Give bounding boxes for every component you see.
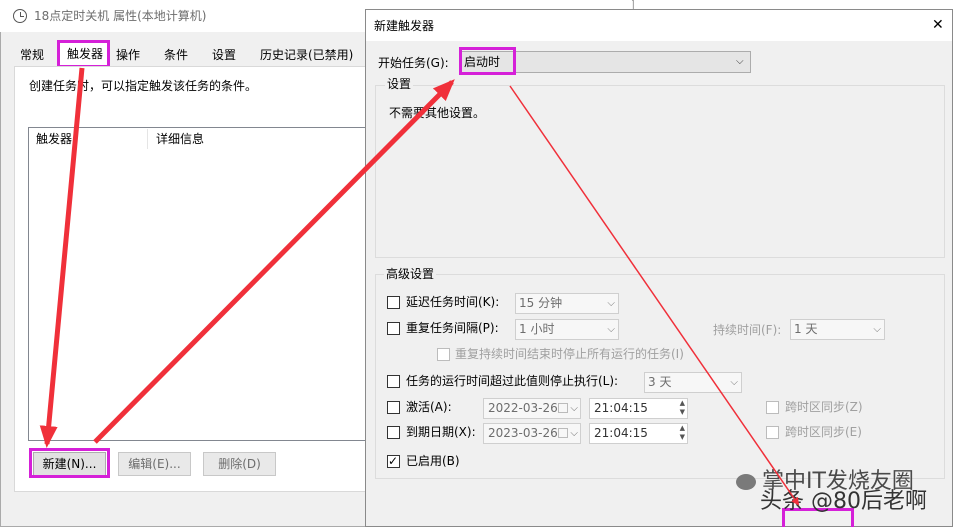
advanced-group-label: 高级设置 <box>384 266 437 282</box>
activate-date: 2022-03-26 <box>488 401 558 415</box>
chevron-down-icon: ⌵ <box>607 324 615 335</box>
expire-date-picker[interactable]: 2023-03-26 ⌵ <box>483 423 581 444</box>
edit-trigger-button[interactable]: 编辑(E)... <box>118 452 191 476</box>
stop-at-end-checkbox[interactable] <box>437 348 450 361</box>
delay-label: 延迟任务时间(K): <box>406 295 500 309</box>
delete-trigger-button[interactable]: 删除(D) <box>203 452 276 476</box>
activate-date-picker[interactable]: 2022-03-26 ⌵ <box>483 398 581 419</box>
settings-group-label: 设置 <box>385 76 414 92</box>
tab-settings[interactable]: 设置 <box>208 44 240 66</box>
wechat-icon <box>736 474 756 490</box>
stop-at-end-label: 重复持续时间结束时停止所有运行的任务(I) <box>455 347 684 361</box>
calendar-icon <box>558 403 568 413</box>
tab-conditions[interactable]: 条件 <box>160 44 192 66</box>
chevron-down-icon: ⌵ <box>570 403 578 414</box>
activate-time: 21:04:15 <box>594 401 648 415</box>
sync-tz-label-1: 跨时区同步(Z) <box>785 400 863 414</box>
stop-if-longer-value: 3 天 <box>648 375 672 389</box>
tab-actions[interactable]: 操作 <box>112 44 144 66</box>
delay-value: 15 分钟 <box>519 296 563 310</box>
stop-if-longer-label: 任务的运行时间超过此值则停止执行(L): <box>406 374 619 388</box>
enabled-label: 已启用(B) <box>406 454 460 468</box>
sync-tz-checkbox-2[interactable] <box>766 426 779 439</box>
delay-checkbox[interactable] <box>387 296 400 309</box>
start-task-label: 开始任务(G): <box>378 56 449 70</box>
spin-arrows-icon[interactable]: ▲ ▼ <box>680 424 685 442</box>
duration-select[interactable]: 1 天 ⌵ <box>790 319 885 340</box>
clock-icon <box>13 9 27 23</box>
chevron-down-icon: ⌵ <box>730 377 738 388</box>
triggers-tab-highlight <box>57 40 110 68</box>
expire-label: 到期日期(X): <box>406 425 476 439</box>
triggers-list[interactable] <box>28 127 374 441</box>
activate-time-spinner[interactable]: 21:04:15 ▲ ▼ <box>589 398 688 419</box>
activate-checkbox[interactable] <box>387 401 400 414</box>
start-task-highlight <box>459 47 516 75</box>
chevron-down-icon: ⌵ <box>873 324 881 335</box>
duration-value: 1 天 <box>794 322 818 336</box>
expire-date: 2023-03-26 <box>488 426 558 440</box>
watermark-line2: 头条 @80后老啊 <box>760 489 927 514</box>
delay-select[interactable]: 15 分钟 ⌵ <box>515 293 619 314</box>
activate-label: 激活(A): <box>406 400 452 414</box>
chevron-down-icon: ⌵ <box>607 298 615 309</box>
repeat-value: 1 小时 <box>519 322 555 336</box>
expire-time-spinner[interactable]: 21:04:15 ▲ ▼ <box>589 423 688 444</box>
task-properties-title: 18点定时关机 属性(本地计算机) <box>34 9 207 23</box>
sync-tz-label-2: 跨时区同步(E) <box>785 425 862 439</box>
new-button-highlight <box>29 448 110 478</box>
repeat-checkbox[interactable] <box>387 322 400 335</box>
duration-label: 持续时间(F): <box>713 323 782 337</box>
checkmark-icon: ✓ <box>388 454 399 468</box>
expire-time: 21:04:15 <box>594 426 648 440</box>
calendar-icon <box>558 428 568 438</box>
stop-if-longer-select[interactable]: 3 天 ⌵ <box>644 372 742 393</box>
tab-history[interactable]: 历史记录(已禁用) <box>256 44 357 66</box>
list-header-trigger[interactable]: 触发器 <box>36 131 72 147</box>
settings-text: 不需要其他设置。 <box>389 106 486 120</box>
close-icon[interactable]: ✕ <box>932 17 944 33</box>
spin-arrows-icon[interactable]: ▲ ▼ <box>680 399 685 417</box>
sync-tz-checkbox-1[interactable] <box>766 401 779 414</box>
triggers-description: 创建任务时，可以指定触发该任务的条件。 <box>29 79 258 93</box>
tab-general[interactable]: 常规 <box>16 44 48 66</box>
expire-checkbox[interactable] <box>387 426 400 439</box>
repeat-label: 重复任务间隔(P): <box>406 321 499 335</box>
list-header-details[interactable]: 详细信息 <box>156 131 204 147</box>
stop-if-longer-checkbox[interactable] <box>387 375 400 388</box>
repeat-select[interactable]: 1 小时 ⌵ <box>515 319 619 340</box>
dialog-title: 新建触发器 <box>374 19 435 33</box>
chevron-down-icon: ⌵ <box>570 428 578 439</box>
new-trigger-titlebar <box>366 10 952 41</box>
chevron-down-icon[interactable]: ⌵ <box>736 54 744 70</box>
